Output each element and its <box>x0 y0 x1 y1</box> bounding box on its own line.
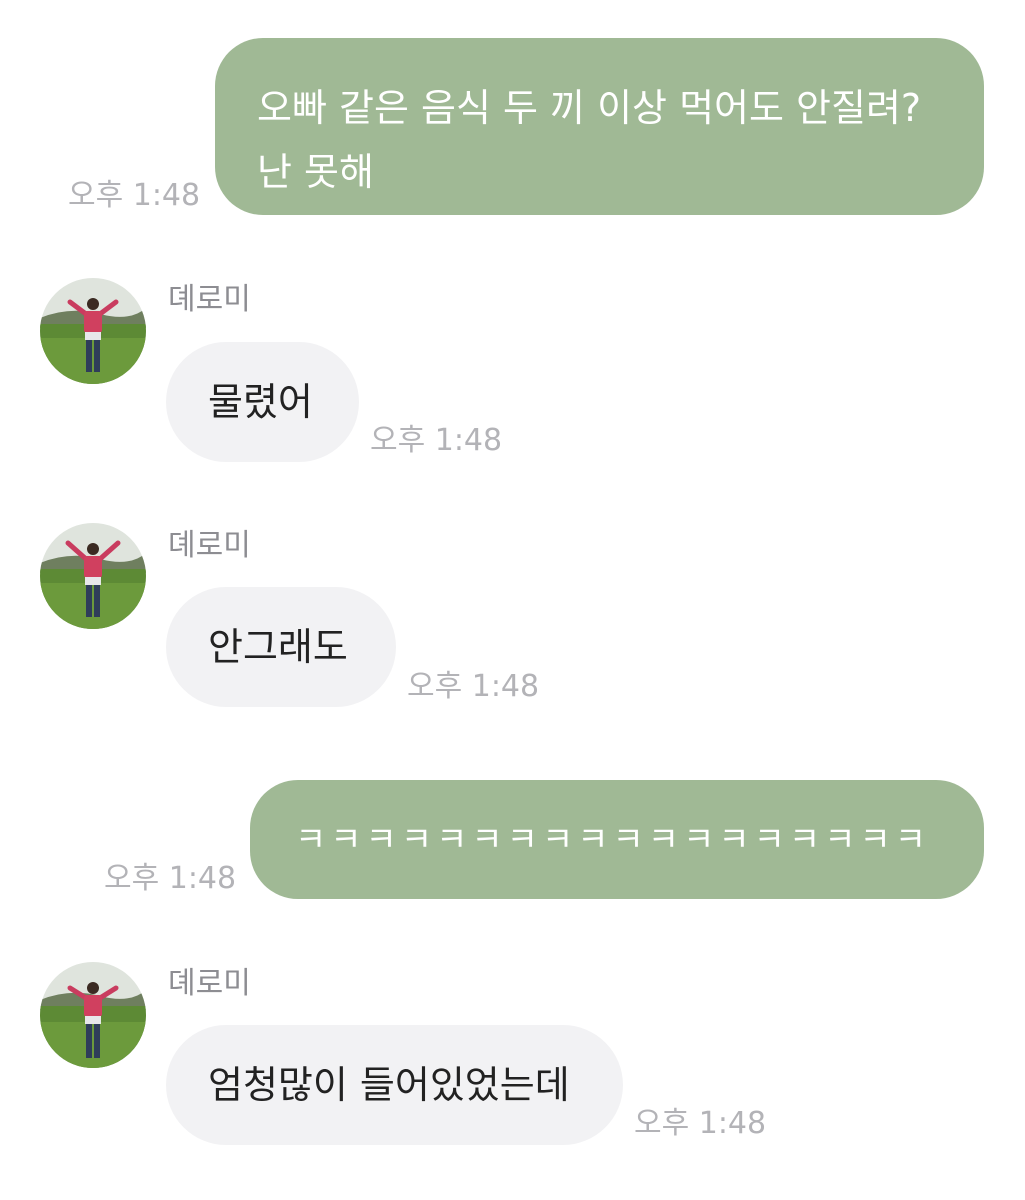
message-time: 오후 1:48 <box>634 1106 767 1141</box>
avatar[interactable] <box>40 962 146 1068</box>
profile-photo-icon <box>40 962 146 1068</box>
profile-photo-icon <box>40 523 146 629</box>
message-text: 물렸어 <box>208 380 313 424</box>
message-text: 안그래도 <box>208 625 348 669</box>
message-time: 오후 1:48 <box>407 669 540 704</box>
sent-message-bubble[interactable]: ㅋㅋㅋㅋㅋㅋㅋㅋㅋㅋㅋㅋㅋㅋㅋㅋㅋㅋ <box>250 780 984 899</box>
message-time: 오후 1:48 <box>68 178 201 213</box>
avatar[interactable] <box>40 523 146 629</box>
avatar[interactable] <box>40 278 146 384</box>
received-message-bubble[interactable]: 엄청많이 들어있었는데 <box>166 1025 623 1145</box>
message-text-line: 오빠 같은 음식 두 끼 이상 먹어도 안질려? <box>257 86 922 130</box>
received-message-bubble[interactable]: 물렸어 <box>166 342 359 462</box>
message-text: ㅋㅋㅋㅋㅋㅋㅋㅋㅋㅋㅋㅋㅋㅋㅋㅋㅋㅋ <box>295 820 931 860</box>
sender-name: 뎨로미 <box>168 528 251 563</box>
message-time: 오후 1:48 <box>104 861 237 896</box>
sender-name: 뎨로미 <box>168 282 251 317</box>
message-text-line: 난 못해 <box>257 150 374 194</box>
message-text: 엄청많이 들어있었는데 <box>208 1063 570 1107</box>
sent-message-bubble[interactable]: 오빠 같은 음식 두 끼 이상 먹어도 안질려? 난 못해 <box>215 38 984 215</box>
message-time: 오후 1:48 <box>370 423 503 458</box>
profile-photo-icon <box>40 278 146 384</box>
received-message-bubble[interactable]: 안그래도 <box>166 587 396 707</box>
sender-name: 뎨로미 <box>168 966 251 1001</box>
